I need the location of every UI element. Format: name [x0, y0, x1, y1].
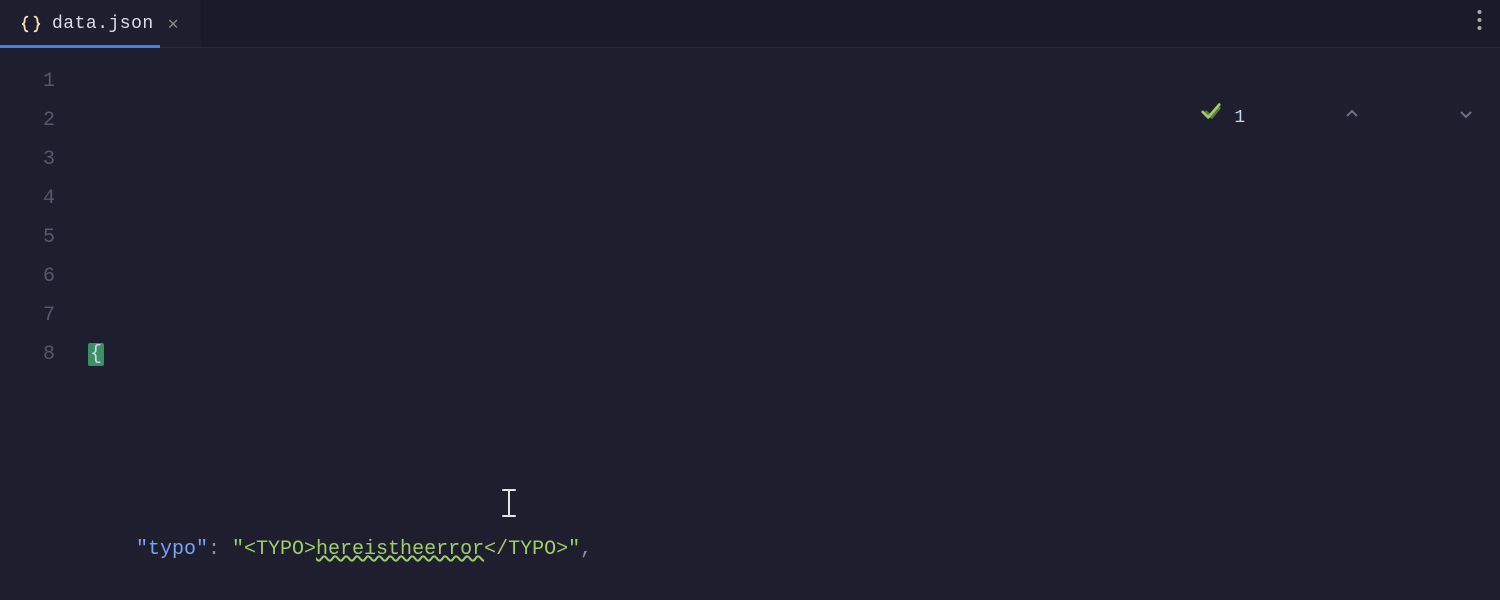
- colon: :: [208, 538, 232, 561]
- json-string: </TYPO>": [484, 538, 580, 561]
- line-number: 6: [0, 257, 83, 296]
- comma: ,: [580, 538, 592, 561]
- line-number: 5: [0, 218, 83, 257]
- line-number: 2: [0, 101, 83, 140]
- json-string: "<TYPO>: [232, 538, 316, 561]
- line-number: 1: [0, 62, 83, 101]
- code-line[interactable]: {: [84, 335, 1500, 374]
- chevron-down-icon[interactable]: [1372, 60, 1474, 177]
- json-file-icon: [20, 13, 42, 35]
- more-actions-icon[interactable]: [1459, 9, 1500, 38]
- line-number: 3: [0, 140, 83, 179]
- editor: 1 2 3 4 5 6 7 8 1 {: [0, 48, 1500, 600]
- json-string-typo: hereistheerror: [316, 538, 484, 561]
- line-number: 4: [0, 179, 83, 218]
- code-line[interactable]: "typo": "<TYPO>hereistheerror</TYPO>",: [84, 530, 1500, 569]
- close-icon[interactable]: ✕: [164, 11, 183, 37]
- line-number-gutter: 1 2 3 4 5 6 7 8: [0, 48, 84, 600]
- line-number: 7: [0, 296, 83, 335]
- find-count: 1: [1234, 99, 1245, 138]
- code-area[interactable]: 1 { "typo": "<TYPO>hereistheerror</TYPO>…: [84, 48, 1500, 600]
- chevron-up-icon[interactable]: [1257, 60, 1359, 177]
- checkmark-icon: [1114, 60, 1222, 177]
- open-brace: {: [88, 343, 104, 366]
- line-number: 8: [0, 335, 83, 374]
- find-status-widget: 1: [1104, 56, 1484, 181]
- tab-title: data.json: [52, 14, 154, 34]
- tab-data-json[interactable]: data.json ✕: [0, 0, 201, 47]
- tab-bar: data.json ✕: [0, 0, 1500, 48]
- json-key: "typo": [136, 538, 208, 561]
